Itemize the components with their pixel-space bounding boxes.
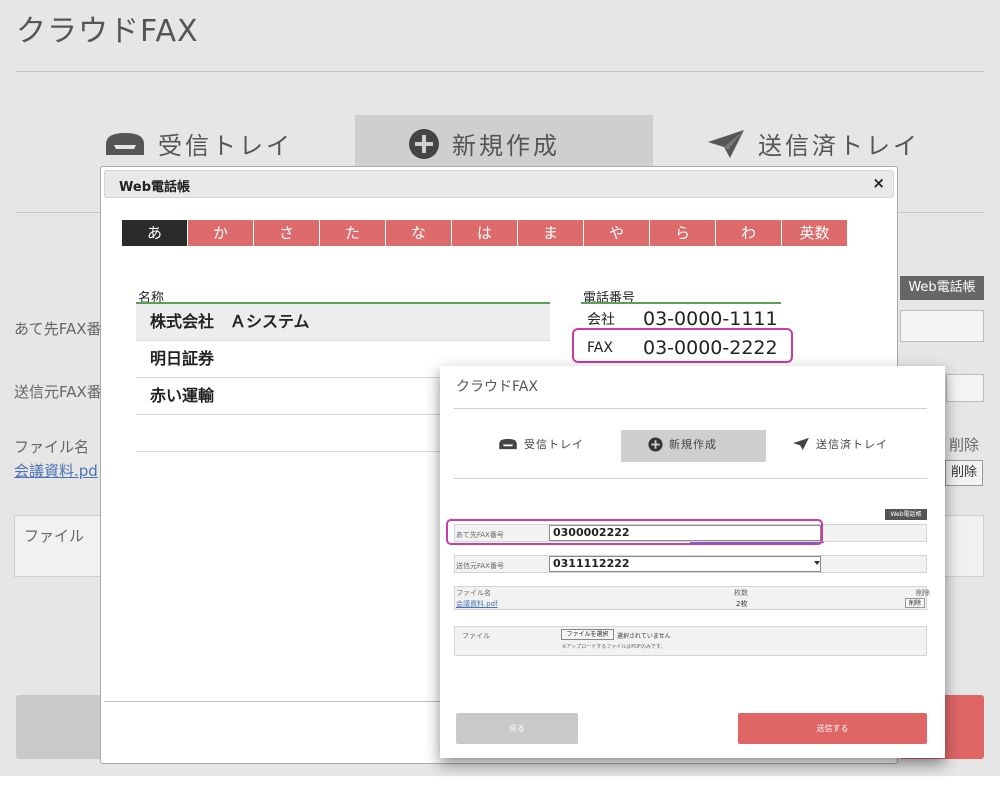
preview-web-phonebook-button[interactable]: Web電話帳 bbox=[885, 509, 927, 520]
page-title: クラウドFAX bbox=[16, 14, 199, 49]
preview-file-upload-box bbox=[454, 626, 927, 656]
kana-index-bar: あ か さ た な は ま や ら わ 英数 bbox=[122, 220, 848, 246]
dialog-footer-divider bbox=[104, 701, 444, 702]
preview-tab-inbox-label: 受信トレイ bbox=[524, 438, 584, 451]
file-name-header: ファイル名 bbox=[14, 438, 90, 456]
preview-choose-file-button[interactable]: ファイルを選択 bbox=[561, 629, 614, 640]
kana-tab-ya[interactable]: や bbox=[584, 220, 650, 246]
tab-new-label: 新規作成 bbox=[452, 132, 560, 160]
preview-title-divider bbox=[454, 408, 927, 409]
preview-src-select[interactable]: 0311112222 bbox=[549, 556, 821, 572]
src-fax-select[interactable] bbox=[946, 374, 984, 402]
fax-highlight-box bbox=[572, 328, 793, 363]
preview-send-button[interactable]: 送信する bbox=[738, 713, 927, 744]
delete-header: 削除 bbox=[949, 436, 980, 454]
tab-inbox[interactable]: 受信トレイ bbox=[104, 126, 293, 161]
dest-fax-input[interactable] bbox=[900, 310, 984, 342]
preview-file-label: ファイル bbox=[462, 632, 490, 640]
preview-file-list bbox=[454, 586, 927, 610]
file-label: ファイル bbox=[24, 527, 85, 545]
plus-circle-icon bbox=[409, 128, 439, 159]
src-fax-label: 送信元FAX番 bbox=[14, 383, 102, 401]
preview-src-value: 0311112222 bbox=[553, 557, 630, 570]
preview-upload-note: ※アップロードするファイルはPDFのみです。 bbox=[562, 644, 666, 650]
kana-tab-ha[interactable]: は bbox=[452, 220, 518, 246]
tab-new[interactable]: 新規作成 bbox=[408, 126, 560, 161]
dialog-title: Web電話帳 bbox=[119, 180, 190, 195]
preview-title: クラウドFAX bbox=[456, 379, 538, 395]
kana-tab-ra[interactable]: ら bbox=[650, 220, 716, 246]
delete-button[interactable]: 削除 bbox=[945, 460, 983, 486]
tab-sent[interactable]: 送信済トレイ bbox=[706, 126, 920, 161]
preview-tab-sent[interactable]: 送信済トレイ bbox=[792, 436, 888, 452]
close-icon[interactable]: × bbox=[872, 174, 885, 192]
preview-delete-header: 削除 bbox=[916, 589, 930, 597]
preview-src-label: 送信元FAX番号 bbox=[456, 562, 504, 570]
kana-tab-na[interactable]: な bbox=[386, 220, 452, 246]
preview-tab-divider bbox=[454, 478, 927, 479]
dialog-header: Web電話帳 × bbox=[104, 170, 894, 198]
title-divider bbox=[16, 71, 984, 72]
dest-highlight-box bbox=[446, 519, 823, 545]
tab-inbox-label: 受信トレイ bbox=[158, 132, 293, 160]
preview-delete-button[interactable]: 削除 bbox=[905, 598, 925, 608]
plus-circle-icon bbox=[648, 436, 663, 452]
phone-type: 会社 bbox=[587, 311, 615, 328]
web-phonebook-button[interactable]: Web電話帳 bbox=[900, 276, 984, 300]
inbox-tray-icon bbox=[106, 132, 144, 155]
kana-tab-ma[interactable]: ま bbox=[518, 220, 584, 246]
tab-sent-label: 送信済トレイ bbox=[758, 132, 920, 160]
preview-no-file-text: 選択されていません bbox=[617, 633, 671, 640]
inbox-tray-icon bbox=[499, 438, 517, 450]
preview-tab-sent-label: 送信済トレイ bbox=[816, 438, 888, 451]
preview-page-count-header: 枚数 bbox=[734, 589, 748, 597]
kana-tab-ta[interactable]: た bbox=[320, 220, 386, 246]
phone-number: 03-0000-1111 bbox=[643, 307, 778, 330]
preview-file-link[interactable]: 会議資料.pdf bbox=[456, 599, 498, 609]
preview-tab-new-label: 新規作成 bbox=[669, 438, 717, 451]
kana-tab-ka[interactable]: か bbox=[188, 220, 254, 246]
kana-tab-sa[interactable]: さ bbox=[254, 220, 320, 246]
kana-tab-eisu[interactable]: 英数 bbox=[782, 220, 848, 246]
kana-tab-a[interactable]: あ bbox=[122, 220, 188, 246]
dest-fax-label: あて先FAX番 bbox=[14, 320, 102, 338]
list-item[interactable]: 株式会社 Ａシステム bbox=[136, 304, 550, 341]
preview-tab-inbox[interactable]: 受信トレイ bbox=[498, 436, 584, 452]
file-link[interactable]: 会議資料.pd bbox=[14, 460, 98, 481]
preview-page-count: 2枚 bbox=[736, 600, 748, 608]
preview-back-button[interactable]: 戻る bbox=[456, 713, 578, 744]
kana-tab-wa[interactable]: わ bbox=[716, 220, 782, 246]
preview-file-name-header: ファイル名 bbox=[456, 589, 491, 597]
result-preview-panel: クラウドFAX 受信トレイ 新規作成 送信済トレイ Web電話帳 あて先FAX番… bbox=[440, 366, 945, 758]
preview-tab-new[interactable]: 新規作成 bbox=[648, 436, 717, 452]
paper-plane-icon bbox=[708, 129, 744, 158]
chevron-down-icon bbox=[814, 561, 820, 565]
paper-plane-icon bbox=[793, 437, 809, 451]
